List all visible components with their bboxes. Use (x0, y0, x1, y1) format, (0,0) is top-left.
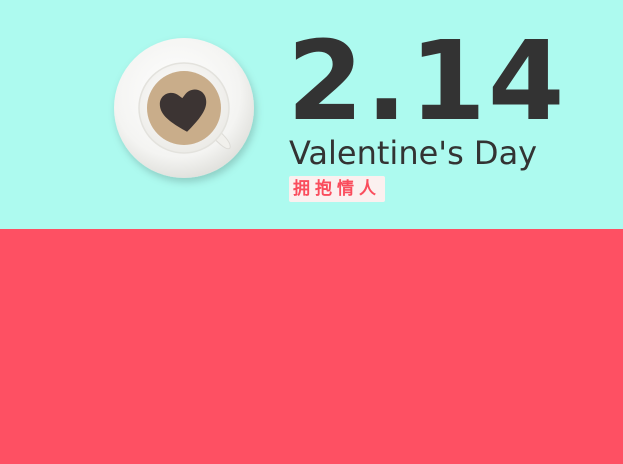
coffee-cup-icon (114, 38, 254, 178)
slogan-tag: 拥抱情人 (289, 176, 385, 202)
date-heading: 2.14 (287, 17, 567, 145)
bottom-panel (0, 229, 623, 464)
event-name: Valentine's Day (289, 134, 538, 172)
